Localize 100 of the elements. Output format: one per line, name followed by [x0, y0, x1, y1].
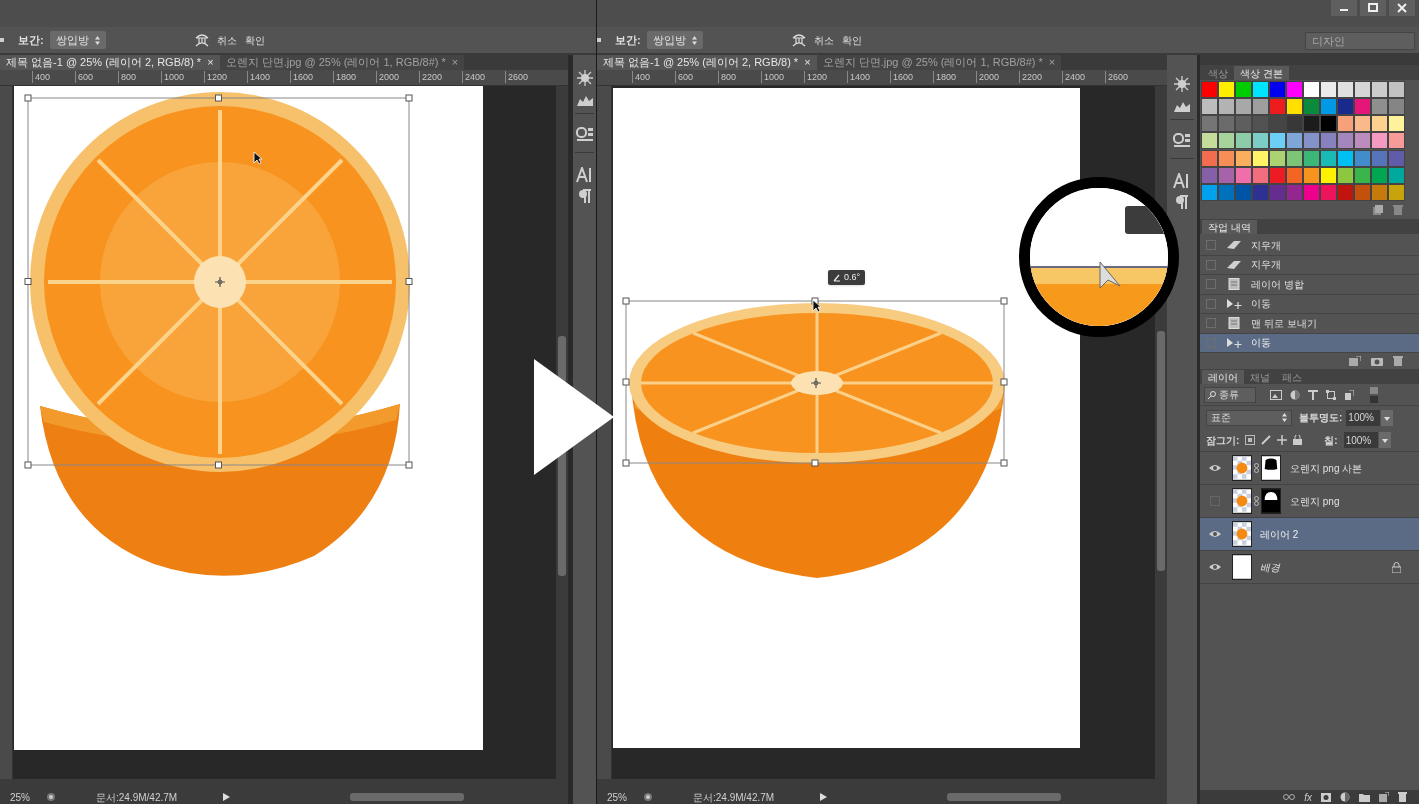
history-item[interactable]: 맨 뒤로 보내기: [1200, 314, 1419, 334]
color-swatch[interactable]: [1252, 132, 1269, 150]
play-icon[interactable]: [820, 793, 828, 801]
scrollbar[interactable]: [597, 779, 1167, 790]
layer-comps-icon[interactable]: [1173, 132, 1191, 148]
color-swatch[interactable]: [1235, 98, 1252, 116]
history-item[interactable]: 이동: [1200, 333, 1419, 353]
color-swatch[interactable]: [1235, 81, 1252, 98]
color-swatch[interactable]: [1286, 98, 1303, 116]
snapshot-checkbox[interactable]: [1206, 259, 1216, 270]
color-swatch[interactable]: [1337, 98, 1354, 116]
panel-tab[interactable]: 작업 내역: [1202, 220, 1257, 234]
history-item[interactable]: 레이어 병합: [1200, 275, 1419, 295]
mask-icon[interactable]: [1321, 792, 1331, 802]
color-swatch[interactable]: [1320, 98, 1337, 116]
color-swatch[interactable]: [1371, 81, 1388, 98]
eye-icon[interactable]: [1209, 530, 1221, 538]
color-swatch[interactable]: [1388, 132, 1405, 150]
color-swatch[interactable]: [1388, 115, 1405, 133]
new-swatch-icon[interactable]: [1373, 205, 1383, 215]
color-swatch[interactable]: [1371, 149, 1388, 167]
color-swatch[interactable]: [1201, 115, 1218, 133]
maximize-icon[interactable]: [1360, 0, 1386, 16]
opacity-field[interactable]: 100%: [1346, 409, 1381, 426]
color-swatch[interactable]: [1201, 81, 1218, 98]
paragraph-icon[interactable]: [577, 189, 592, 203]
color-swatch[interactable]: [1371, 98, 1388, 116]
color-swatch[interactable]: [1252, 115, 1269, 133]
folder-icon[interactable]: [1359, 792, 1370, 802]
color-swatch[interactable]: [1286, 81, 1303, 98]
panel-tab[interactable]: 색상: [1202, 66, 1234, 80]
color-swatch[interactable]: [1320, 115, 1337, 133]
document-tab[interactable]: 오렌지 단면.jpg @ 25% (레이어 1, RGB/8#) * ×: [816, 55, 1062, 70]
snapshot-checkbox[interactable]: [1206, 240, 1216, 251]
color-swatch[interactable]: [1303, 149, 1320, 167]
dropdown-icon[interactable]: [1381, 409, 1394, 426]
close-button[interactable]: ×: [207, 55, 214, 70]
color-swatch[interactable]: [1303, 81, 1320, 98]
tool-icon[interactable]: [0, 36, 6, 44]
scrollbar-thumb[interactable]: [947, 793, 1062, 801]
color-swatch[interactable]: [1354, 98, 1371, 116]
color-swatch[interactable]: [1371, 115, 1388, 133]
camera-icon[interactable]: [1371, 356, 1383, 366]
color-swatch[interactable]: [1354, 149, 1371, 167]
character-icon[interactable]: [1173, 173, 1191, 189]
lock-transparency-icon[interactable]: [1245, 435, 1256, 445]
color-swatch[interactable]: [1201, 132, 1218, 150]
snapshot-checkbox[interactable]: [1206, 318, 1216, 329]
adjustments-icon[interactable]: [1173, 75, 1191, 93]
color-swatch[interactable]: [1388, 81, 1405, 98]
color-swatch[interactable]: [1269, 98, 1286, 116]
layer-row[interactable]: 레이어 2: [1200, 518, 1419, 551]
brush-icon[interactable]: [1261, 435, 1272, 445]
close-button[interactable]: ×: [804, 55, 811, 70]
color-swatch[interactable]: [1320, 132, 1337, 150]
minimize-icon[interactable]: [1331, 0, 1357, 16]
color-swatch[interactable]: [1286, 132, 1303, 150]
color-swatch[interactable]: [1286, 149, 1303, 167]
new-layer-icon[interactable]: [1379, 792, 1389, 802]
panel-tab[interactable]: 채널: [1244, 370, 1276, 384]
fx-button[interactable]: fx: [1304, 789, 1312, 804]
color-swatch[interactable]: [1201, 98, 1218, 116]
interpolation-dropdown[interactable]: 쌍입방: [646, 31, 703, 49]
paragraph-icon[interactable]: [1175, 195, 1189, 209]
color-swatch[interactable]: [1320, 81, 1337, 98]
scrollbar-thumb[interactable]: [1157, 331, 1165, 571]
move-icon[interactable]: [1277, 435, 1288, 445]
color-swatch[interactable]: [1235, 132, 1252, 150]
snapshot-checkbox[interactable]: [1206, 279, 1216, 290]
color-swatch[interactable]: [1354, 132, 1371, 150]
close-button[interactable]: ×: [451, 55, 459, 70]
filter-dropdown[interactable]: 종류: [1204, 386, 1256, 403]
color-swatch[interactable]: [1235, 149, 1252, 167]
panel-tab[interactable]: 패스: [1276, 370, 1308, 384]
document-tab[interactable]: 제목 없음-1 @ 25% (레이어 2, RGB/8) * ×: [597, 55, 817, 70]
link-icon[interactable]: [1283, 793, 1296, 801]
confirm-button[interactable]: 확인: [841, 32, 862, 48]
panel-tab[interactable]: 레이어: [1202, 370, 1244, 384]
scrollbar[interactable]: [0, 779, 568, 790]
color-swatch[interactable]: [1303, 98, 1320, 116]
color-swatch[interactable]: [1218, 149, 1235, 167]
new-document-icon[interactable]: [1349, 356, 1361, 366]
trash-icon[interactable]: [1398, 792, 1407, 802]
color-swatch[interactable]: [1218, 81, 1235, 98]
adjustment-filter-icon[interactable]: [1290, 389, 1300, 400]
image-filter-icon[interactable]: [1270, 389, 1282, 400]
color-swatch[interactable]: [1303, 115, 1320, 133]
close-icon[interactable]: [1389, 0, 1415, 16]
scrollbar-thumb[interactable]: [350, 793, 465, 801]
layer-row[interactable]: 오렌지 png 사본: [1200, 452, 1419, 485]
color-swatch[interactable]: [1388, 149, 1405, 167]
fill-field[interactable]: 100%: [1343, 432, 1378, 448]
adjustment-icon[interactable]: [1340, 792, 1350, 802]
document-tab[interactable]: 제목 없음-1 @ 25% (레이어 2, RGB/8) * ×: [0, 55, 220, 70]
panel-tab[interactable]: 색상 견본: [1234, 66, 1289, 80]
color-swatch[interactable]: [1235, 115, 1252, 133]
eye-icon[interactable]: [1209, 464, 1221, 472]
eye-icon[interactable]: [1209, 563, 1221, 571]
color-swatch[interactable]: [1337, 132, 1354, 150]
type-filter-icon[interactable]: [1308, 389, 1318, 400]
